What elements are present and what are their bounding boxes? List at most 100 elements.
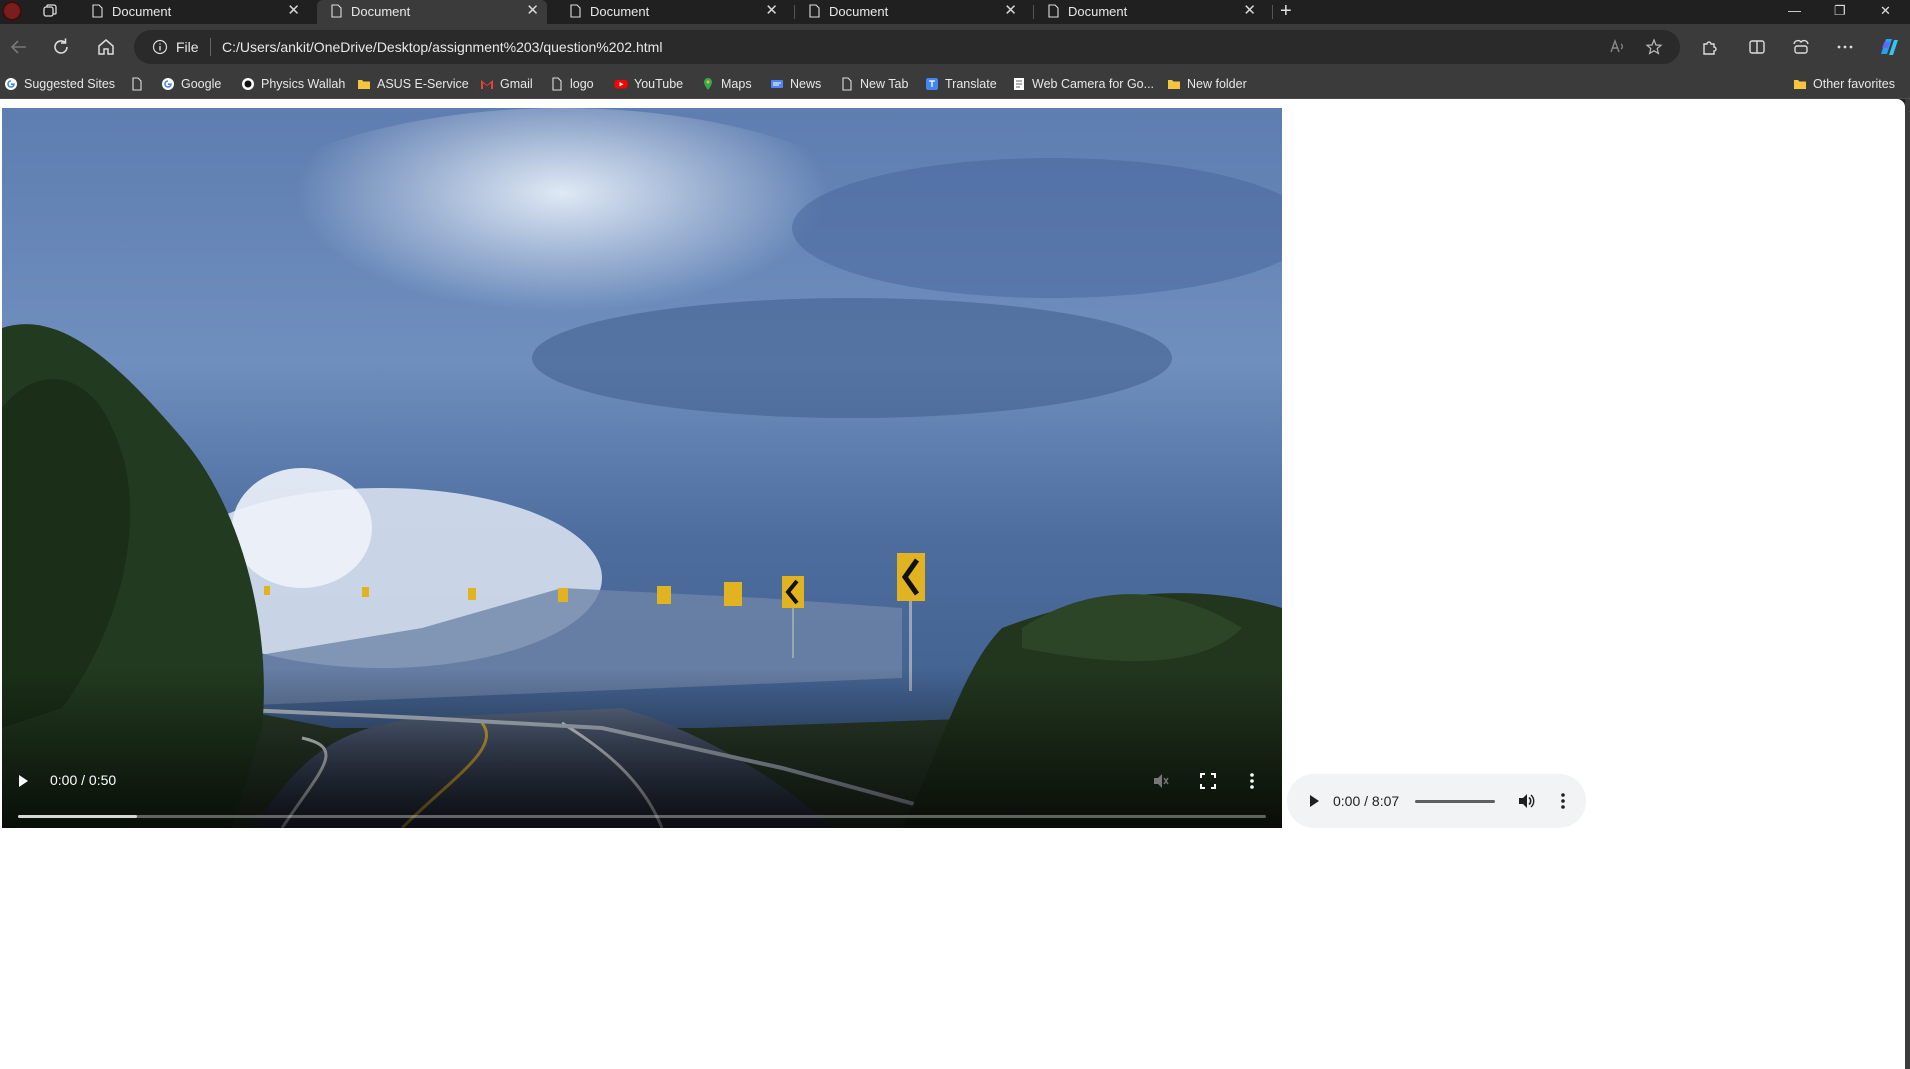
- home-icon[interactable]: [95, 36, 117, 58]
- gmail-icon: [481, 80, 493, 89]
- tab-document-3[interactable]: Document ✕: [556, 0, 786, 24]
- bookmark-maps[interactable]: Maps: [701, 75, 752, 93]
- document-icon: [331, 4, 342, 18]
- address-divider: [210, 38, 211, 56]
- address-bar[interactable]: File C:/Users/ankit/OneDrive/Desktop/ass…: [134, 30, 1680, 64]
- bookmark-label: Suggested Sites: [24, 77, 116, 91]
- tab-title: Document: [829, 4, 889, 19]
- audio-progress-bar[interactable]: [1415, 800, 1495, 803]
- translate-icon: [926, 78, 938, 90]
- tab-close-icon[interactable]: ✕: [1004, 3, 1017, 18]
- bookmark-new-folder[interactable]: New folder: [1167, 75, 1247, 93]
- address-url[interactable]: C:/Users/ankit/OneDrive/Desktop/assignme…: [222, 39, 662, 55]
- bookmark-translate[interactable]: Translate: [925, 75, 997, 93]
- bookmark-gmail[interactable]: Gmail: [480, 75, 533, 93]
- document-icon: [570, 4, 581, 18]
- folder-icon: [1794, 80, 1806, 89]
- workspaces-icon[interactable]: [42, 3, 58, 19]
- bookmark-label: Gmail: [500, 77, 533, 91]
- youtube-icon: [614, 80, 628, 89]
- tab-document-4[interactable]: Document ✕: [795, 0, 1025, 24]
- minimize-button[interactable]: —: [1788, 2, 1801, 20]
- bookmark-web-camera[interactable]: Web Camera for Go...: [1012, 75, 1154, 93]
- google-icon: [5, 78, 17, 90]
- bookmark-label: ASUS E-Service: [377, 77, 469, 91]
- audio-more-options-icon[interactable]: [1559, 792, 1567, 810]
- bookmarks-bar: Suggested Sites Google Physics Wallah AS…: [0, 70, 1910, 99]
- document-icon: [809, 4, 820, 18]
- tab-document-1[interactable]: Document ✕: [78, 0, 308, 24]
- bookmark-youtube[interactable]: YouTube: [614, 75, 683, 93]
- bookmark-label: YouTube: [634, 77, 684, 91]
- tab-close-icon[interactable]: ✕: [287, 3, 300, 18]
- bookmark-label: New Tab: [860, 77, 909, 91]
- close-window-button[interactable]: ✕: [1880, 2, 1891, 20]
- video-more-options-icon[interactable]: [1248, 772, 1256, 790]
- audio-player[interactable]: 0:00 / 8:07: [1287, 774, 1586, 828]
- bookmark-other-favorites[interactable]: Other favorites: [1793, 75, 1895, 93]
- video-time-display: 0:00 / 0:50: [50, 772, 117, 788]
- window-edge: [1905, 99, 1910, 1069]
- favorite-star-icon[interactable]: [1645, 38, 1663, 56]
- page-content: 0:00 / 0:50 0:00 / 8:07: [0, 99, 1905, 1069]
- bookmark-label: News: [790, 77, 822, 91]
- video-progress-bar[interactable]: [18, 815, 1266, 818]
- bookmark-asus-e-service[interactable]: ASUS E-Service: [357, 75, 469, 93]
- info-icon[interactable]: [152, 39, 168, 55]
- bookmark-label: Maps: [721, 77, 752, 91]
- profile-avatar[interactable]: [2, 1, 22, 21]
- video-buffered-range: [18, 815, 137, 818]
- tab-document-5[interactable]: Document ✕: [1034, 0, 1264, 24]
- tab-title: Document: [112, 4, 172, 19]
- maps-icon: [704, 78, 712, 90]
- bookmark-news[interactable]: News: [770, 75, 821, 93]
- news-icon: [771, 80, 783, 88]
- more-options-icon[interactable]: [1834, 36, 1856, 58]
- bookmark-label: Web Camera for Go...: [1032, 77, 1155, 91]
- extensions-icon[interactable]: [1698, 36, 1720, 58]
- audio-time-display: 0:00 / 8:07: [1333, 793, 1400, 809]
- tab-document-2[interactable]: Document ✕: [317, 0, 547, 24]
- video-player[interactable]: 0:00 / 0:50: [2, 108, 1282, 828]
- bookmark-label: Other favorites: [1813, 77, 1895, 91]
- bookmark-physics-wallah[interactable]: Physics Wallah: [241, 75, 345, 93]
- video-controls: 0:00 / 0:50: [2, 108, 1282, 828]
- folder-icon: [1168, 80, 1180, 89]
- page-icon: [842, 77, 852, 91]
- bookmark-logo[interactable]: logo: [550, 75, 594, 93]
- page-icon: [1014, 78, 1024, 90]
- copilot-icon[interactable]: [1876, 34, 1902, 60]
- bookmark-google[interactable]: Google: [161, 75, 221, 93]
- browser-toolbar: File C:/Users/ankit/OneDrive/Desktop/ass…: [0, 24, 1910, 70]
- tab-title: Document: [1068, 4, 1128, 19]
- tab-divider: [1272, 5, 1273, 19]
- document-icon: [92, 4, 103, 18]
- volume-icon[interactable]: [1517, 792, 1535, 810]
- tab-close-icon[interactable]: ✕: [526, 3, 539, 18]
- page-icon: [552, 77, 562, 91]
- new-tab-button[interactable]: +: [1280, 1, 1292, 21]
- refresh-icon[interactable]: [50, 36, 72, 58]
- play-icon[interactable]: [1307, 794, 1321, 808]
- google-icon: [162, 78, 174, 90]
- restore-button[interactable]: ❐: [1834, 2, 1846, 20]
- bookmark-label: Translate: [945, 77, 997, 91]
- bookmark-label: Physics Wallah: [261, 77, 346, 91]
- address-scheme-label: File: [176, 39, 199, 55]
- back-arrow-icon[interactable]: [8, 36, 30, 58]
- read-aloud-icon[interactable]: [1608, 38, 1626, 56]
- tab-title: Document: [590, 4, 650, 19]
- tab-close-icon[interactable]: ✕: [765, 3, 778, 18]
- bookmark-suggested-sites[interactable]: Suggested Sites: [4, 75, 115, 93]
- collections-icon[interactable]: [1790, 36, 1812, 58]
- play-icon[interactable]: [16, 774, 30, 788]
- bookmark-page[interactable]: [130, 75, 150, 93]
- bookmark-new-tab[interactable]: New Tab: [840, 75, 908, 93]
- page-icon: [132, 77, 142, 91]
- tab-title: Document: [351, 4, 411, 19]
- split-screen-icon[interactable]: [1746, 36, 1768, 58]
- volume-muted-icon[interactable]: [1152, 772, 1170, 790]
- fullscreen-icon[interactable]: [1200, 773, 1216, 789]
- tab-close-icon[interactable]: ✕: [1243, 3, 1256, 18]
- folder-icon: [358, 80, 370, 89]
